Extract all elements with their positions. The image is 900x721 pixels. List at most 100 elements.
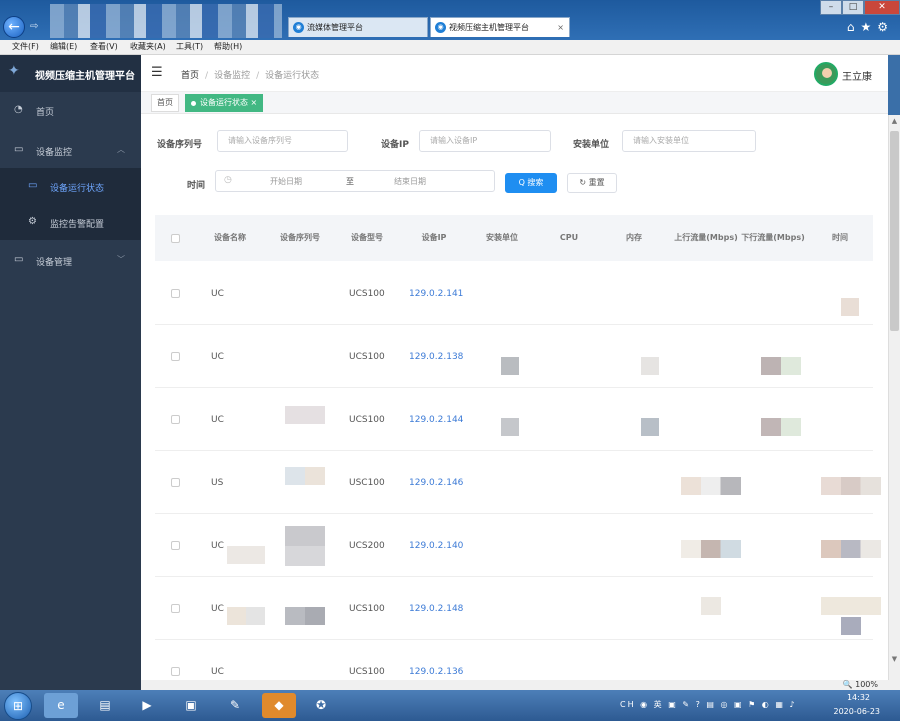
device-ip: 129.0.2.138 bbox=[409, 351, 464, 362]
clock-time[interactable]: 14:32 bbox=[847, 693, 870, 702]
menu-toggle-icon[interactable]: ☰ bbox=[151, 65, 163, 80]
menu-help[interactable]: 帮助(H) bbox=[214, 41, 242, 52]
search-button[interactable]: Q 搜索 bbox=[505, 173, 557, 193]
language-indicator[interactable]: CH bbox=[620, 700, 636, 709]
device-model: UCS100 bbox=[349, 666, 385, 677]
row-checkbox[interactable] bbox=[171, 415, 180, 424]
row-checkbox[interactable] bbox=[171, 352, 180, 361]
app-orange-icon[interactable]: ◆ bbox=[262, 693, 296, 718]
folder-icon[interactable]: ▤ bbox=[88, 693, 122, 718]
close-icon[interactable]: ✕ bbox=[864, 0, 900, 15]
redacted-cell bbox=[285, 526, 325, 566]
home-icon[interactable]: ⌂ bbox=[847, 20, 861, 34]
menu-favorites[interactable]: 收藏夹(A) bbox=[130, 41, 166, 52]
column-header[interactable]: CPU bbox=[537, 215, 601, 261]
column-header[interactable]: 时间 bbox=[807, 215, 873, 261]
redacted-cell bbox=[821, 540, 881, 558]
tab-device-status[interactable]: 设备运行状态 × bbox=[185, 94, 264, 112]
zoom-level[interactable]: 🔍 100% bbox=[843, 680, 878, 689]
unit-label: 安装单位 bbox=[573, 140, 610, 150]
column-header[interactable]: 设备名称 bbox=[195, 215, 265, 261]
redacted-cell bbox=[285, 607, 325, 625]
sidebar-item-device-manage[interactable]: ▭ 设备管理 ﹀ bbox=[0, 242, 141, 278]
column-header[interactable]: 安装单位 bbox=[469, 215, 535, 261]
sidebar-item-home[interactable]: ◔ 首页 bbox=[0, 92, 141, 128]
table-row[interactable]: UC UCS100 129.0.2.141 bbox=[155, 262, 873, 325]
column-header[interactable]: 下行流量(Mbps) bbox=[741, 215, 805, 261]
ie-icon[interactable]: e bbox=[44, 693, 78, 718]
browser-toolbar-icons: ⌂★⚙ bbox=[847, 20, 894, 34]
row-checkbox[interactable] bbox=[171, 604, 180, 613]
star-icon[interactable]: ★ bbox=[860, 20, 877, 34]
select-all-checkbox[interactable] bbox=[171, 234, 180, 243]
row-checkbox[interactable] bbox=[171, 289, 180, 298]
scroll-down-icon[interactable]: ▼ bbox=[889, 655, 900, 667]
redacted-cell bbox=[285, 467, 325, 485]
serial-input[interactable]: 请输入设备序列号 bbox=[217, 130, 348, 152]
start-date-input[interactable]: 开始日期 bbox=[270, 176, 302, 187]
serial-label: 设备序列号 bbox=[157, 140, 203, 150]
browser-tab-1[interactable]: ◉ 视频压缩主机管理平台 × bbox=[430, 17, 570, 37]
column-header[interactable]: 内存 bbox=[603, 215, 665, 261]
end-date-input[interactable]: 结束日期 bbox=[394, 176, 426, 187]
menu-view[interactable]: 查看(V) bbox=[90, 41, 118, 52]
row-checkbox[interactable] bbox=[171, 478, 180, 487]
menu-file[interactable]: 文件(F) bbox=[12, 41, 39, 52]
reset-button[interactable]: ↻ 重置 bbox=[567, 173, 617, 193]
forward-arrow-icon[interactable]: ⇨ bbox=[30, 21, 42, 33]
sidebar-item-device-monitor[interactable]: ▭ 设备监控 ︿ bbox=[0, 132, 141, 168]
device-name: US bbox=[211, 477, 224, 488]
table-row[interactable]: US USC100 129.0.2.146 bbox=[155, 451, 881, 514]
sidebar-item-alarm-config[interactable]: ⚙ 监控告警配置 bbox=[0, 204, 141, 240]
app-window-icon[interactable]: ▣ bbox=[174, 693, 208, 718]
sidebar-item-device-status[interactable]: ▭ 设备运行状态 bbox=[0, 168, 141, 204]
maximize-icon[interactable]: □ bbox=[842, 0, 864, 15]
clock-date[interactable]: 2020-06-23 bbox=[834, 707, 881, 716]
ip-label: 设备IP bbox=[381, 140, 409, 150]
table-row[interactable]: UC UCS100 129.0.2.144 bbox=[155, 388, 873, 451]
tab-close-icon[interactable]: × bbox=[557, 18, 564, 37]
table-row[interactable]: UC UCS100 129.0.2.148 bbox=[155, 577, 881, 640]
breadcrumb-item[interactable]: 首页 bbox=[181, 71, 199, 81]
device-ip: 129.0.2.140 bbox=[409, 540, 464, 551]
column-header[interactable]: 设备序列号 bbox=[267, 215, 333, 261]
table-row[interactable]: UC UCS100 129.0.2.136 bbox=[155, 640, 873, 680]
close-icon[interactable]: × bbox=[251, 98, 258, 107]
browser-statusbar: 🔍 100% bbox=[141, 680, 900, 690]
gear-icon[interactable]: ⚙ bbox=[877, 20, 894, 34]
table-row[interactable]: UC UCS100 129.0.2.138 bbox=[155, 325, 873, 388]
page-tabs: 首页 设备运行状态 × bbox=[141, 92, 888, 114]
window-controls: – □ ✕ bbox=[820, 0, 900, 16]
menu-edit[interactable]: 编辑(E) bbox=[50, 41, 77, 52]
media-player-icon[interactable]: ▶ bbox=[130, 693, 164, 718]
date-range-picker[interactable]: ◷ 开始日期 至 结束日期 bbox=[215, 170, 495, 192]
tray-icons[interactable]: ◉ 英 ▣ ✎ ? ▤ ◎ ▣ ⚑ ◐ ▦ ♪ bbox=[640, 700, 796, 709]
device-name: UC bbox=[211, 666, 224, 677]
sidebar-item-label: 设备管理 bbox=[36, 258, 73, 268]
table-row[interactable]: UC UCS200 129.0.2.140 bbox=[155, 514, 881, 577]
tab-home[interactable]: 首页 bbox=[151, 94, 179, 112]
scroll-thumb[interactable] bbox=[890, 131, 899, 331]
menu-tools[interactable]: 工具(T) bbox=[176, 41, 203, 52]
column-header[interactable]: 设备型号 bbox=[335, 215, 399, 261]
address-bar-redacted[interactable] bbox=[50, 4, 282, 38]
unit-input[interactable]: 请输入安装单位 bbox=[622, 130, 756, 152]
column-header[interactable]: 上行流量(Mbps) bbox=[673, 215, 739, 261]
row-checkbox[interactable] bbox=[171, 541, 180, 550]
scroll-up-icon[interactable]: ▲ bbox=[889, 117, 900, 129]
back-arrow-icon[interactable]: ← bbox=[3, 16, 25, 38]
device-model: UCS100 bbox=[349, 414, 385, 425]
user-menu[interactable]: 王立康 bbox=[814, 62, 878, 86]
start-button-icon[interactable]: ⊞ bbox=[4, 692, 32, 720]
breadcrumb-item[interactable]: 设备监控 bbox=[214, 71, 250, 81]
row-checkbox[interactable] bbox=[171, 667, 180, 676]
ip-input[interactable]: 请输入设备IP bbox=[419, 130, 551, 152]
redacted-cell bbox=[681, 540, 741, 558]
app-editor-icon[interactable]: ✎ bbox=[218, 693, 252, 718]
monitor-icon: ▭ bbox=[14, 254, 24, 265]
app-tool-icon[interactable]: ✪ bbox=[304, 693, 338, 718]
browser-tab-0[interactable]: ◉ 流媒体管理平台 bbox=[288, 17, 428, 37]
page-scrollbar[interactable]: ▲ ▼ bbox=[888, 115, 900, 680]
minimize-icon[interactable]: – bbox=[820, 0, 842, 15]
column-header[interactable]: 设备IP bbox=[401, 215, 467, 261]
